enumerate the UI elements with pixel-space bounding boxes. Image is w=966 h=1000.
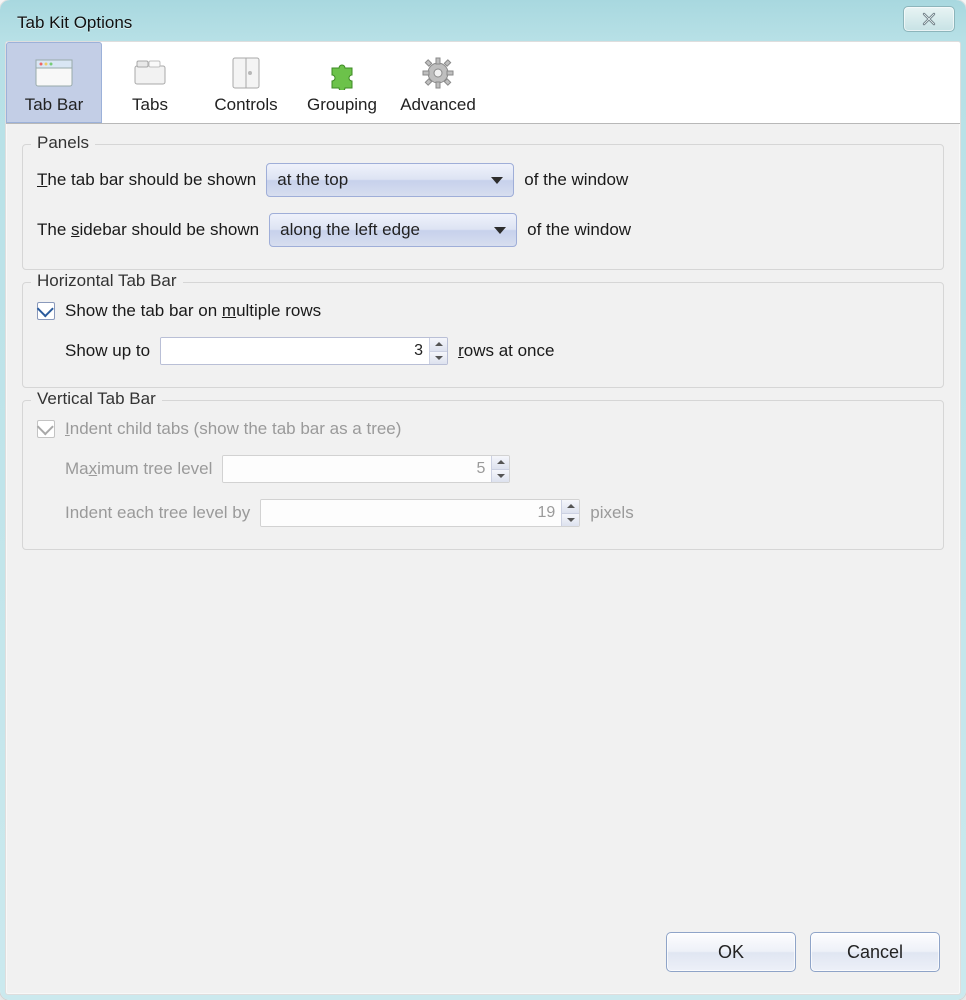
tab-label: Controls	[214, 95, 277, 115]
select-value: along the left edge	[280, 220, 420, 240]
spinbox-max-tree-level	[222, 455, 510, 483]
spinner-down	[492, 469, 509, 483]
label-sidebar-position: The sidebar should be shown	[37, 220, 259, 240]
tab-controls[interactable]: Controls	[198, 42, 294, 123]
row-multi-rows: Show the tab bar on multiple rows	[37, 293, 929, 329]
tab-tabs[interactable]: Tabs	[102, 42, 198, 123]
tab-label: Grouping	[307, 95, 377, 115]
window-icon	[34, 55, 74, 91]
inner-frame: Tab Bar Tabs	[5, 41, 961, 995]
label-indent-child-tabs: Indent child tabs (show the tab bar as a…	[65, 419, 401, 439]
titlebar: Tab Kit Options	[5, 5, 961, 41]
select-value: at the top	[277, 170, 348, 190]
input-indent-pixels	[261, 500, 561, 526]
input-max-tree-level	[223, 456, 491, 482]
chevron-down-icon	[494, 227, 506, 234]
ok-button[interactable]: OK	[666, 932, 796, 972]
tab-advanced[interactable]: Advanced	[390, 42, 486, 123]
label-tab-bar-position: The tab bar should be shown	[37, 170, 256, 190]
spinbox-indent-pixels	[260, 499, 580, 527]
checkbox-indent-child-tabs	[37, 420, 55, 438]
spinner-down[interactable]	[430, 351, 447, 365]
group-title: Vertical Tab Bar	[31, 389, 162, 409]
group-title: Horizontal Tab Bar	[31, 271, 183, 291]
spinner-buttons	[561, 500, 579, 526]
window-title: Tab Kit Options	[17, 13, 132, 33]
spinbox-row-count[interactable]	[160, 337, 448, 365]
tab-label: Tab Bar	[25, 95, 84, 115]
checkbox-multi-rows[interactable]	[37, 302, 55, 320]
row-indent-each-level: Indent each tree level by pixels	[37, 491, 929, 535]
content-area: Panels The tab bar should be shown at th…	[6, 124, 960, 914]
category-toolbar: Tab Bar Tabs	[6, 42, 960, 124]
options-window: Tab Kit Options Tab Bar	[0, 0, 966, 1000]
group-horizontal-tab-bar: Horizontal Tab Bar Show the tab bar on m…	[22, 282, 944, 388]
cancel-button[interactable]: Cancel	[810, 932, 940, 972]
close-icon	[921, 11, 937, 27]
spinner-up	[492, 456, 509, 469]
chevron-down-icon	[491, 177, 503, 184]
spinner-up[interactable]	[430, 338, 447, 351]
row-show-up-to: Show up to rows at once	[37, 329, 929, 373]
tab-label: Advanced	[400, 95, 476, 115]
label-multi-rows: Show the tab bar on multiple rows	[65, 301, 321, 321]
close-button[interactable]	[903, 6, 955, 32]
label-suffix: of the window	[524, 170, 628, 190]
group-vertical-tab-bar: Vertical Tab Bar Indent child tabs (show…	[22, 400, 944, 550]
spinner-down	[562, 513, 579, 527]
row-max-tree-level: Maximum tree level	[37, 447, 929, 491]
controls-icon	[226, 55, 266, 91]
folder-tabs-icon	[130, 55, 170, 91]
row-tab-bar-position: The tab bar should be shown at the top o…	[37, 155, 929, 205]
group-panels: Panels The tab bar should be shown at th…	[22, 144, 944, 270]
label-pixels: pixels	[590, 503, 633, 523]
puzzle-icon	[322, 55, 362, 91]
spinner-buttons	[491, 456, 509, 482]
tab-label: Tabs	[132, 95, 168, 115]
label-indent-each-level: Indent each tree level by	[65, 503, 250, 523]
group-title: Panels	[31, 133, 95, 153]
spinner-buttons	[429, 338, 447, 364]
label-max-tree-level: Maximum tree level	[65, 459, 212, 479]
tab-tab-bar[interactable]: Tab Bar	[6, 42, 102, 123]
row-indent-child-tabs: Indent child tabs (show the tab bar as a…	[37, 411, 929, 447]
footer: OK Cancel	[6, 914, 960, 994]
select-sidebar-position[interactable]: along the left edge	[269, 213, 517, 247]
label-suffix: of the window	[527, 220, 631, 240]
row-sidebar-position: The sidebar should be shown along the le…	[37, 205, 929, 255]
input-row-count[interactable]	[161, 338, 429, 364]
label-rows-at-once: rows at once	[458, 341, 554, 361]
spinner-up	[562, 500, 579, 513]
gear-icon	[418, 55, 458, 91]
label-show-up-to: Show up to	[65, 341, 150, 361]
tab-grouping[interactable]: Grouping	[294, 42, 390, 123]
select-tab-bar-position[interactable]: at the top	[266, 163, 514, 197]
